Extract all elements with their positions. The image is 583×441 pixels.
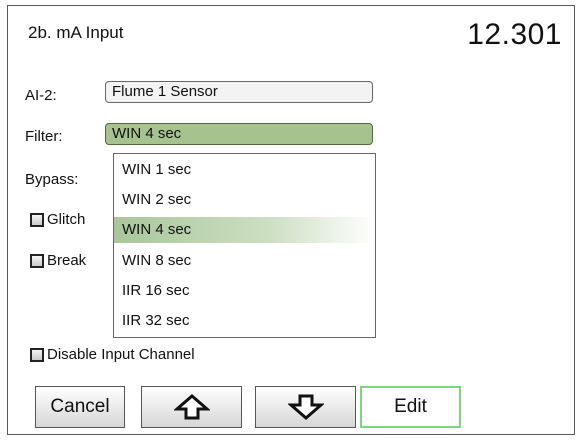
checkbox-box-icon [30,347,44,362]
filter-label: Filter: [25,128,63,145]
process-value-readout: 12.301 [467,18,562,51]
break-checkbox[interactable]: Break [30,252,86,269]
bypass-label: Bypass: [25,171,79,188]
arrow-down-icon [287,393,324,421]
ai-tag-field[interactable]: Flume 1 Sensor [105,81,373,103]
filter-select[interactable]: WIN 4 sec [105,123,373,145]
page-title: 2b. mA Input [28,23,124,42]
checkbox-box-icon [30,253,44,268]
disable-input-channel-label: Disable Input Channel [47,346,195,363]
checkbox-box-icon [30,212,44,227]
dropdown-option[interactable]: WIN 8 sec [114,248,374,274]
dialog-frame: 2b. mA Input 12.301 AI-2: Flume 1 Sensor… [7,5,575,435]
dropdown-option[interactable]: WIN 2 sec [114,187,374,213]
ai-label: AI-2: [25,87,57,104]
up-button[interactable] [141,386,242,428]
arrow-up-icon [173,393,210,421]
dropdown-option[interactable]: WIN 1 sec [114,157,374,183]
disable-input-channel-checkbox[interactable]: Disable Input Channel [30,346,195,363]
dropdown-option-selected[interactable]: WIN 4 sec [114,217,374,243]
break-label: Break [47,252,87,269]
dropdown-option[interactable]: IIR 16 sec [114,278,374,304]
cancel-button[interactable]: Cancel [35,386,125,428]
dropdown-option[interactable]: IIR 32 sec [114,308,374,334]
glitch-checkbox[interactable]: Glitch [30,211,85,228]
glitch-label: Glitch [47,211,86,228]
edit-button[interactable]: Edit [360,386,461,428]
filter-dropdown-list: WIN 1 sec WIN 2 sec WIN 4 sec WIN 8 sec … [113,153,376,338]
down-button[interactable] [255,386,356,428]
